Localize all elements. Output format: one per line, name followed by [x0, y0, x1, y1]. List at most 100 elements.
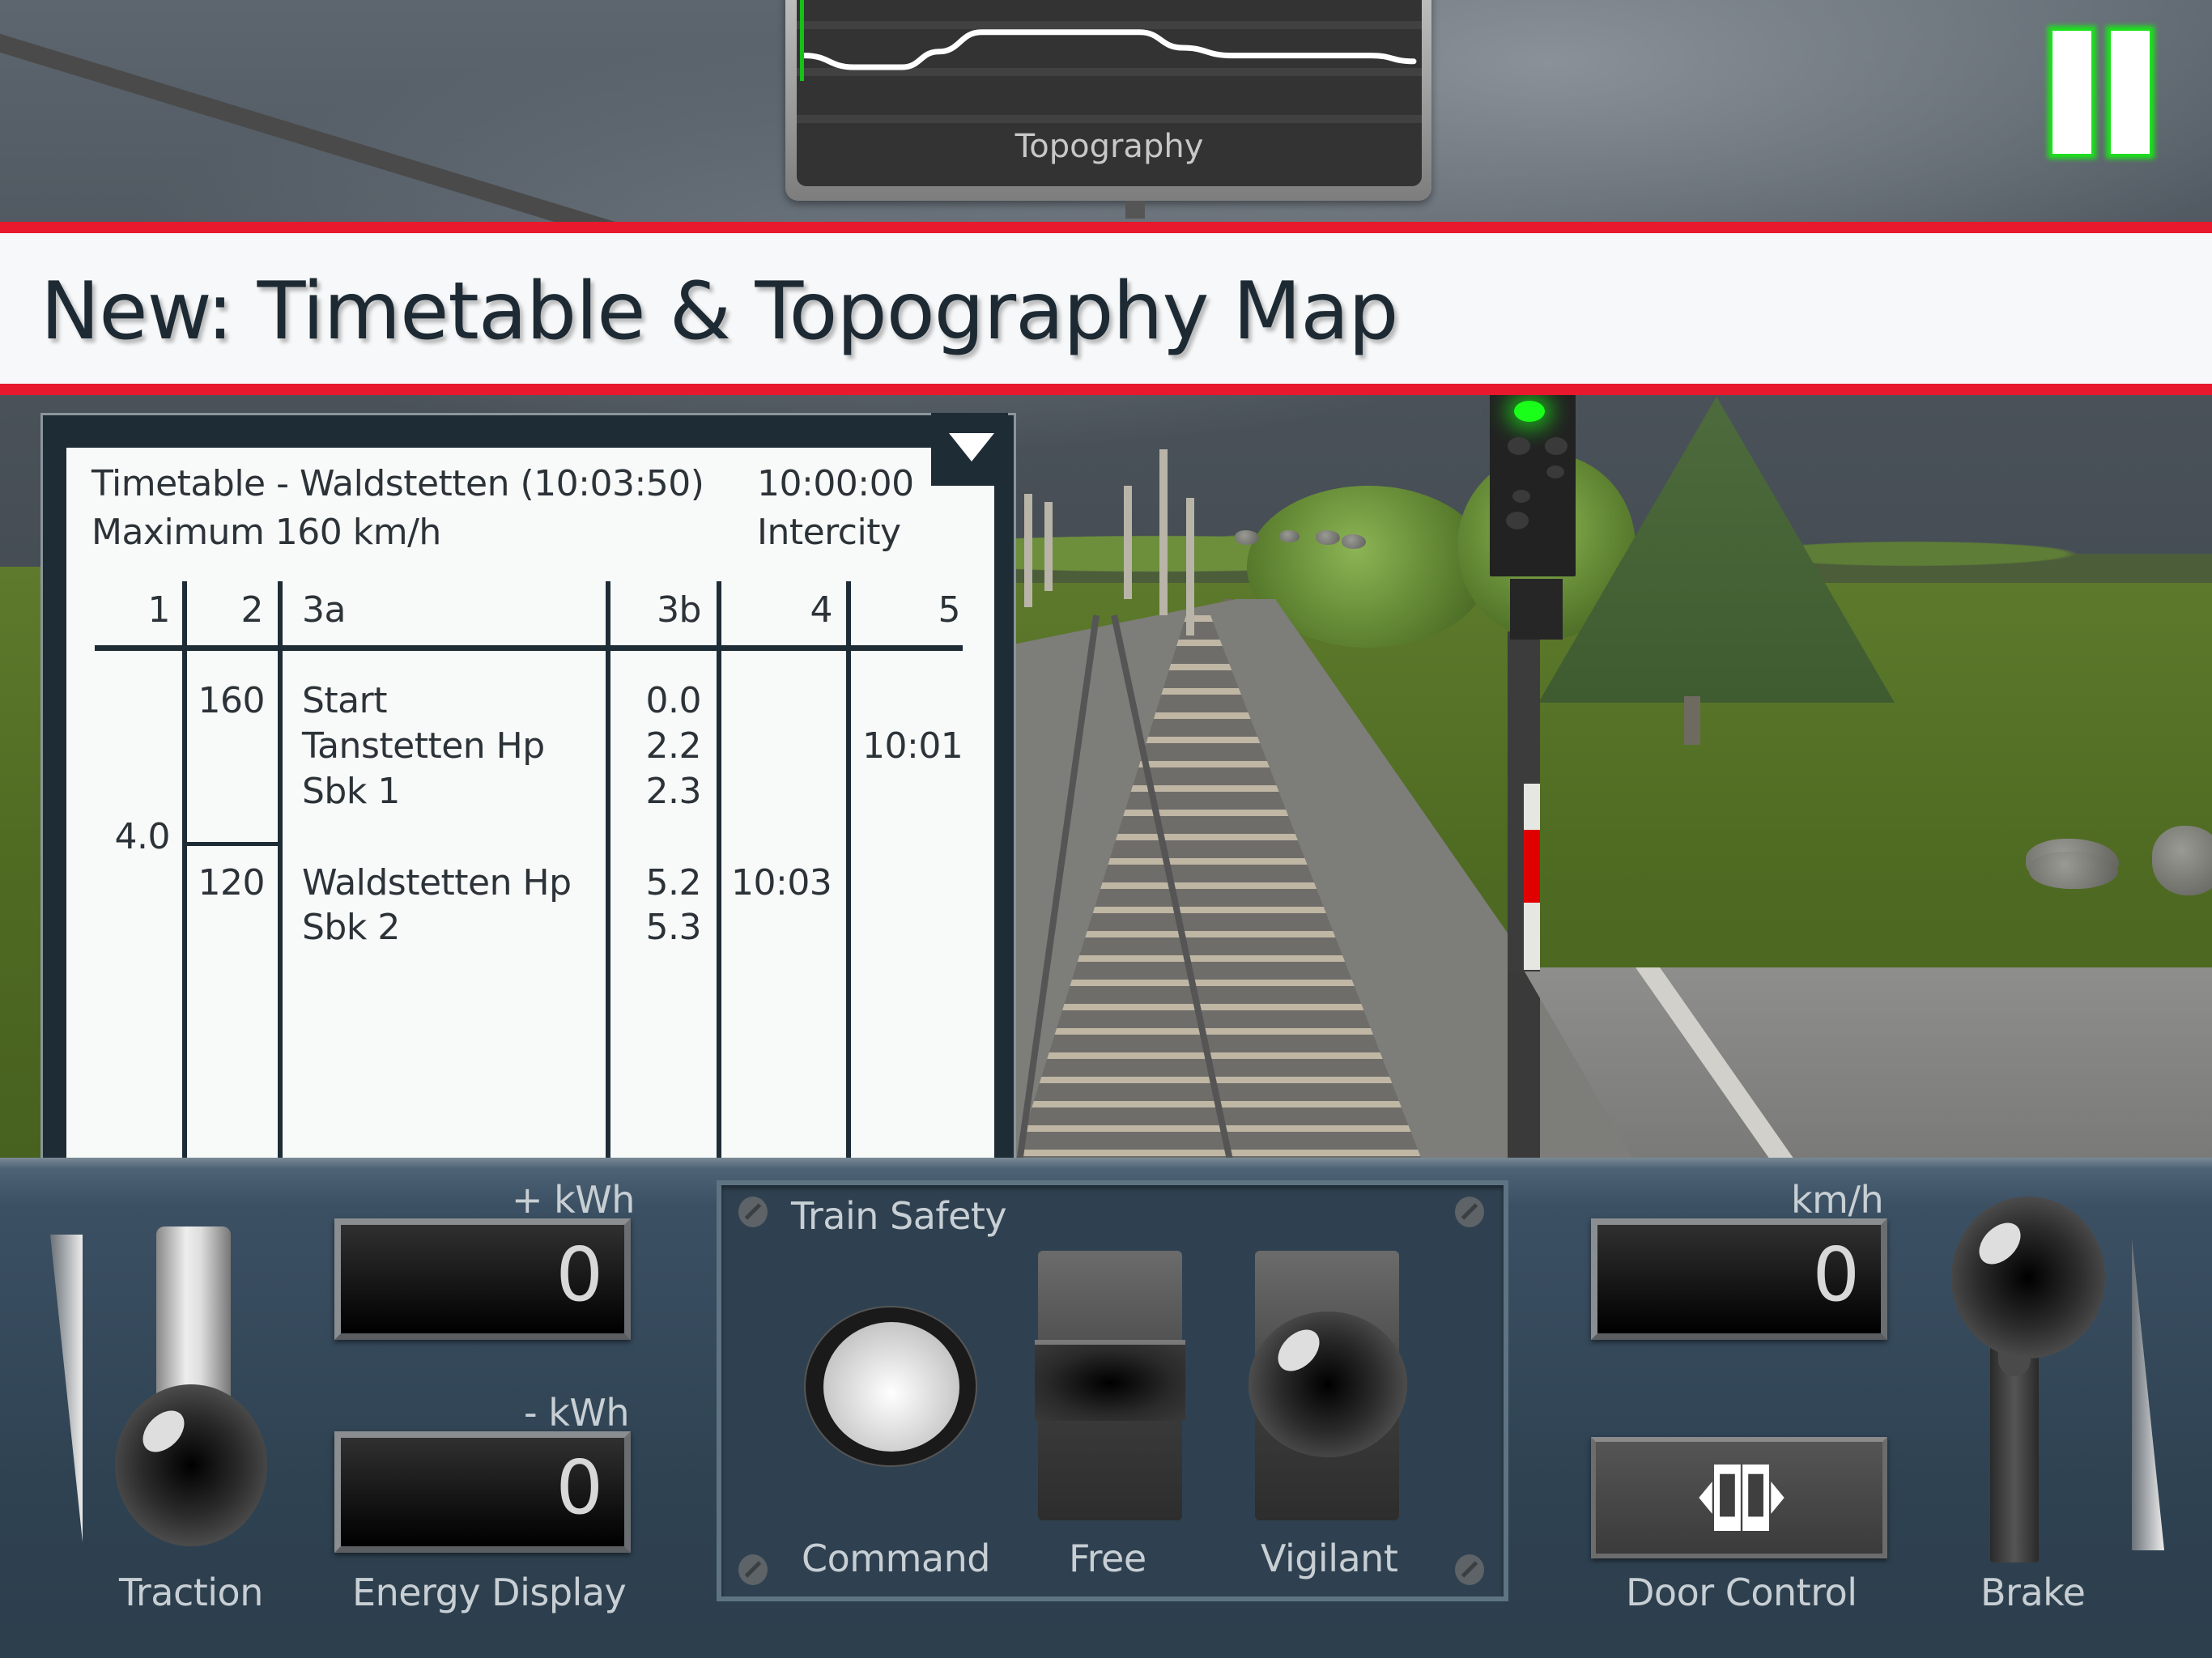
vigilant-knob	[1249, 1312, 1407, 1457]
timetable-column-rule	[846, 581, 851, 1160]
speed-value: 0	[1812, 1231, 1860, 1318]
screw-icon	[738, 1554, 768, 1585]
timetable-column-rule	[606, 581, 610, 1160]
topography-label: Topography	[1015, 128, 1204, 165]
traction-label: Traction	[119, 1571, 263, 1614]
timetable-column-rule	[182, 581, 187, 1160]
pause-icon-bar-left	[2052, 31, 2091, 154]
catenary-mast	[1159, 449, 1168, 615]
free-switch-handle	[1035, 1340, 1185, 1421]
topography-display: Topography	[797, 0, 1422, 186]
signal-lamp	[1546, 466, 1564, 478]
train-position-marker	[800, 0, 804, 81]
catenary-mast	[1186, 498, 1194, 636]
knob-highlight	[134, 1402, 193, 1460]
station-km: 5.2	[645, 862, 702, 903]
speedometer-display: 0	[1591, 1218, 1887, 1340]
topography-mount	[1125, 201, 1145, 219]
pause-button[interactable]	[2052, 31, 2158, 154]
door-control-label: Door Control	[1626, 1571, 1857, 1614]
station-name: Sbk 2	[302, 907, 400, 948]
speed-limit: 120	[198, 862, 266, 903]
station-name: Tanstetten Hp	[302, 725, 545, 767]
station-platform	[1522, 967, 2212, 1158]
column-header-2: 2	[240, 589, 264, 631]
energy-plus-label: + kWh	[512, 1178, 635, 1222]
rock	[2029, 852, 2118, 889]
feature-banner: New: Timetable & Topography Map	[0, 222, 2212, 395]
station-name: Sbk 1	[302, 771, 400, 812]
timetable-collapse-button[interactable]	[931, 413, 1008, 486]
speed-limit: 160	[198, 680, 266, 721]
screw-icon	[1455, 1554, 1484, 1585]
platform-edge	[1508, 967, 1540, 1158]
column-header-4: 4	[810, 589, 833, 631]
column-header-5: 5	[938, 589, 961, 631]
catenary-mast	[1044, 502, 1053, 591]
timetable-train-type: Intercity	[757, 512, 901, 553]
vigilant-switch[interactable]	[1249, 1251, 1407, 1520]
timetable-column-rule	[278, 581, 283, 1160]
station-km: 2.3	[645, 771, 702, 812]
station-name: Waldstetten Hp	[302, 862, 572, 903]
train-safety-title: Train Safety	[791, 1194, 1007, 1238]
command-button[interactable]	[806, 1307, 976, 1465]
rock	[1316, 530, 1340, 545]
column-header-3b: 3b	[657, 589, 701, 631]
column-header-3a: 3a	[302, 589, 346, 631]
arrival-time: 10:03	[731, 862, 832, 903]
elevation-profile-line	[802, 29, 1417, 70]
signal-lamp	[1506, 512, 1529, 529]
catenary-mast	[1124, 486, 1132, 599]
energy-minus-value: 0	[555, 1444, 603, 1531]
rock	[1235, 530, 1259, 545]
rock	[1279, 530, 1300, 542]
screw-icon	[738, 1197, 768, 1227]
timetable-max-speed: Maximum 160 km/h	[91, 512, 441, 553]
timetable-sheet	[66, 448, 994, 1160]
topography-panel: Topography	[785, 0, 1431, 201]
timetable-column-rule	[717, 581, 721, 1160]
knob-highlight	[1270, 1321, 1328, 1380]
station-km: 0.0	[645, 680, 702, 721]
energy-plus-display: 0	[334, 1218, 631, 1340]
pine-trunk	[1684, 696, 1700, 745]
energy-plus-value: 0	[555, 1231, 603, 1318]
signal-lamp	[1545, 437, 1568, 455]
vigilant-label: Vigilant	[1261, 1537, 1398, 1580]
door-control-button[interactable]	[1591, 1437, 1887, 1558]
timetable-title: Timetable - Waldstetten (10:03:50)	[91, 463, 704, 504]
timetable-clock: 10:00:00	[757, 463, 914, 504]
command-button-light	[823, 1322, 959, 1452]
brake-label: Brake	[1980, 1571, 2086, 1614]
triangle-down-icon	[949, 433, 994, 461]
signal-green-light	[1514, 401, 1545, 422]
gradient-value: 4.0	[114, 816, 171, 857]
screw-icon	[1455, 1197, 1484, 1227]
door-open-icon	[1699, 1465, 1784, 1531]
rock	[1342, 534, 1366, 549]
knob-highlight	[1971, 1214, 2029, 1273]
traction-lever-knob[interactable]	[115, 1384, 267, 1546]
distant-signal	[1510, 579, 1563, 640]
command-label: Command	[802, 1537, 990, 1580]
column-header-1: 1	[147, 589, 171, 631]
signal-lamp	[1512, 490, 1530, 503]
brake-lever-knob[interactable]	[1951, 1197, 2105, 1358]
rock	[2152, 826, 2212, 895]
speed-unit-label: km/h	[1791, 1178, 1884, 1222]
catenary-mast	[1024, 494, 1032, 607]
signal-marker-red	[1524, 830, 1540, 903]
timetable-header-rule	[95, 645, 963, 651]
station-name: Start	[302, 680, 388, 721]
departure-time: 10:01	[862, 725, 963, 767]
energy-minus-display: 0	[334, 1431, 631, 1553]
energy-display-label: Energy Display	[352, 1571, 627, 1614]
free-switch[interactable]	[1035, 1251, 1185, 1520]
pause-icon-bar-right	[2111, 31, 2150, 154]
signal-lamp	[1508, 437, 1530, 455]
station-km: 5.3	[645, 907, 702, 948]
energy-minus-label: - kWh	[524, 1391, 630, 1435]
speed-change-rule	[185, 842, 280, 846]
banner-title: New: Timetable & Topography Map	[40, 266, 1398, 358]
